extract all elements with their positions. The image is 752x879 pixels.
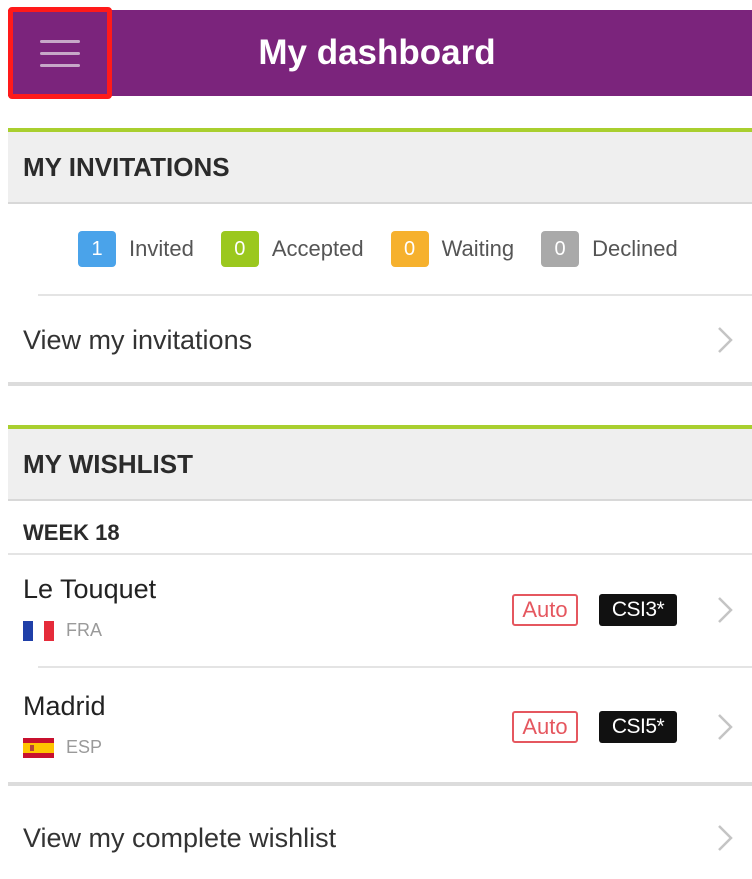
page-title: My dashboard	[258, 33, 496, 72]
country-code: ESP	[66, 737, 103, 757]
declined-status: 0 Declined	[541, 231, 678, 267]
accepted-count-badge: 0	[220, 231, 259, 267]
event-level-badge: CSI3*	[599, 594, 677, 626]
accepted-status: 0 Accepted	[220, 231, 364, 267]
event-name: Madrid	[23, 691, 106, 721]
divider	[38, 666, 752, 668]
waiting-label: Waiting	[441, 236, 515, 261]
invited-count-badge: 1	[78, 231, 116, 267]
divider	[8, 553, 752, 555]
invitations-section-title: MY INVITATIONS	[8, 132, 752, 204]
accepted-label: Accepted	[271, 236, 364, 261]
hamburger-icon	[40, 39, 80, 67]
wishlist-section-title: MY WISHLIST	[8, 429, 752, 501]
divider	[38, 294, 752, 296]
event-level-badge: CSI5*	[599, 711, 677, 743]
chevron-right-icon	[716, 595, 734, 625]
section-divider	[8, 782, 752, 786]
chevron-right-icon	[716, 823, 734, 853]
event-country: FRA	[23, 620, 102, 641]
week-label: WEEK 18	[23, 520, 120, 545]
country-code: FRA	[66, 620, 102, 640]
france-flag-icon	[23, 620, 54, 641]
spain-flag-icon	[23, 737, 54, 758]
event-country: ESP	[23, 737, 102, 758]
app-header: My dashboard	[8, 7, 752, 99]
chevron-right-icon	[716, 325, 734, 355]
menu-button[interactable]	[8, 7, 112, 99]
waiting-count-badge: 0	[390, 231, 429, 267]
view-invitations-link[interactable]: View my invitations	[8, 298, 752, 382]
section-divider	[8, 382, 752, 386]
declined-label: Declined	[592, 236, 678, 261]
chevron-right-icon	[716, 712, 734, 742]
invited-status: 1 Invited	[78, 231, 194, 267]
invitation-status-legend: 1 Invited 0 Accepted 0 Waiting 0 Decline…	[78, 230, 678, 268]
view-wishlist-label: View my complete wishlist	[23, 822, 337, 853]
invited-label: Invited	[129, 236, 194, 261]
declined-count-badge: 0	[541, 231, 580, 267]
waiting-status: 0 Waiting	[390, 231, 515, 267]
auto-badge: Auto	[512, 711, 578, 743]
wishlist-event-row[interactable]: Le Touquet FRA Auto CSI3*	[8, 556, 752, 666]
auto-badge: Auto	[512, 594, 578, 626]
view-wishlist-link[interactable]: View my complete wishlist	[8, 796, 752, 879]
wishlist-event-row[interactable]: Madrid ESP Auto CSI5*	[8, 673, 752, 783]
view-invitations-label: View my invitations	[23, 324, 253, 355]
event-name: Le Touquet	[23, 574, 157, 604]
